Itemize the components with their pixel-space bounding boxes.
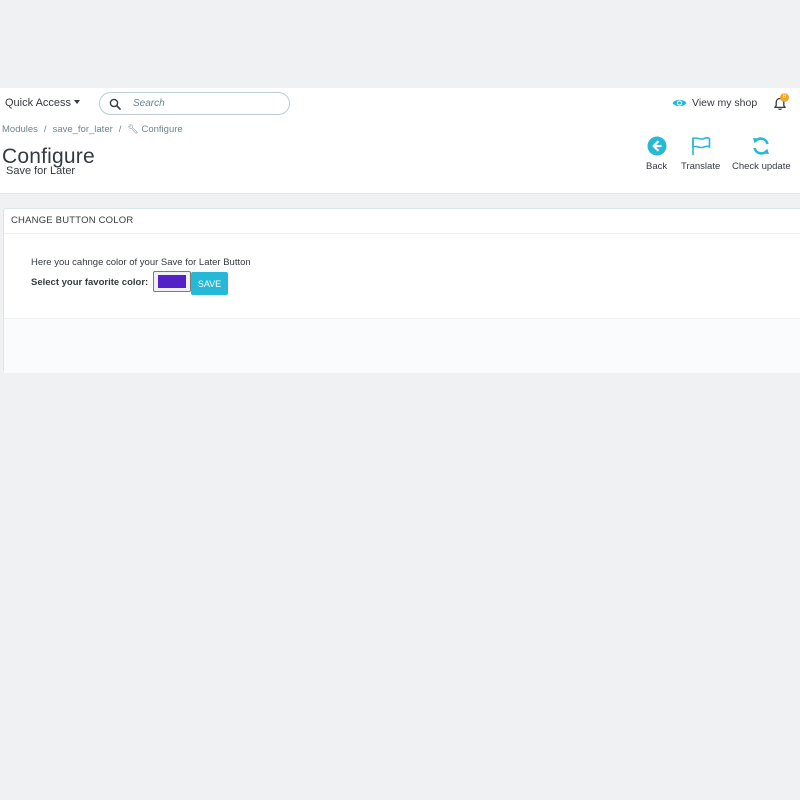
color-picker-input[interactable] <box>153 271 191 292</box>
breadcrumb: Modules / save_for_later / 🔧︎ Configure <box>2 124 183 135</box>
page-toolbar: Modules / save_for_later / 🔧︎ Configure … <box>0 120 800 194</box>
notifications-button[interactable]: 8 <box>773 93 789 111</box>
quick-access-dropdown[interactable]: Quick Access <box>5 97 81 109</box>
notification-badge: 8 <box>780 93 789 102</box>
flag-icon <box>691 137 710 155</box>
back-arrow-icon <box>647 136 667 156</box>
panel-body: Here you cahnge color of your Save for L… <box>4 234 800 318</box>
search-icon <box>109 98 121 110</box>
breadcrumb-item-module[interactable]: save_for_later <box>53 124 113 135</box>
breadcrumb-current-label: Configure <box>141 124 183 135</box>
color-field-label: Select your favorite color: <box>31 277 149 288</box>
refresh-icon <box>753 137 770 155</box>
color-config-panel: CHANGE BUTTON COLOR Here you cahnge colo… <box>3 208 800 373</box>
save-button[interactable]: SAVE <box>191 272 228 295</box>
wrench-icon: 🔧︎ <box>127 124 139 134</box>
color-swatch <box>158 275 186 288</box>
page-subtitle: Save for Later <box>6 165 76 177</box>
view-my-shop-label: View my shop <box>692 97 758 109</box>
top-blank-area <box>0 0 800 88</box>
panel-heading: CHANGE BUTTON COLOR <box>4 209 800 234</box>
breadcrumb-separator: / <box>118 124 122 135</box>
translate-button[interactable]: Translate <box>681 136 720 172</box>
panel-description: Here you cahnge color of your Save for L… <box>31 257 251 268</box>
header-bar: Quick Access View my shop 8 <box>0 88 800 120</box>
quick-access-label: Quick Access <box>5 97 72 109</box>
view-my-shop-link[interactable]: View my shop <box>672 97 757 109</box>
panel-footer <box>4 318 800 373</box>
search-box[interactable] <box>99 92 290 115</box>
check-update-label: Check update <box>732 161 791 172</box>
breadcrumb-separator: / <box>43 124 47 135</box>
search-input[interactable] <box>133 96 278 111</box>
back-button[interactable]: Back <box>646 136 667 172</box>
translate-label: Translate <box>681 161 721 172</box>
back-label: Back <box>646 161 668 172</box>
caret-down-icon <box>74 100 81 104</box>
breadcrumb-item-modules[interactable]: Modules <box>2 124 38 135</box>
eye-icon <box>672 99 687 107</box>
check-update-button[interactable]: Check update <box>732 136 791 172</box>
breadcrumb-item-configure: 🔧︎ Configure <box>127 124 182 135</box>
